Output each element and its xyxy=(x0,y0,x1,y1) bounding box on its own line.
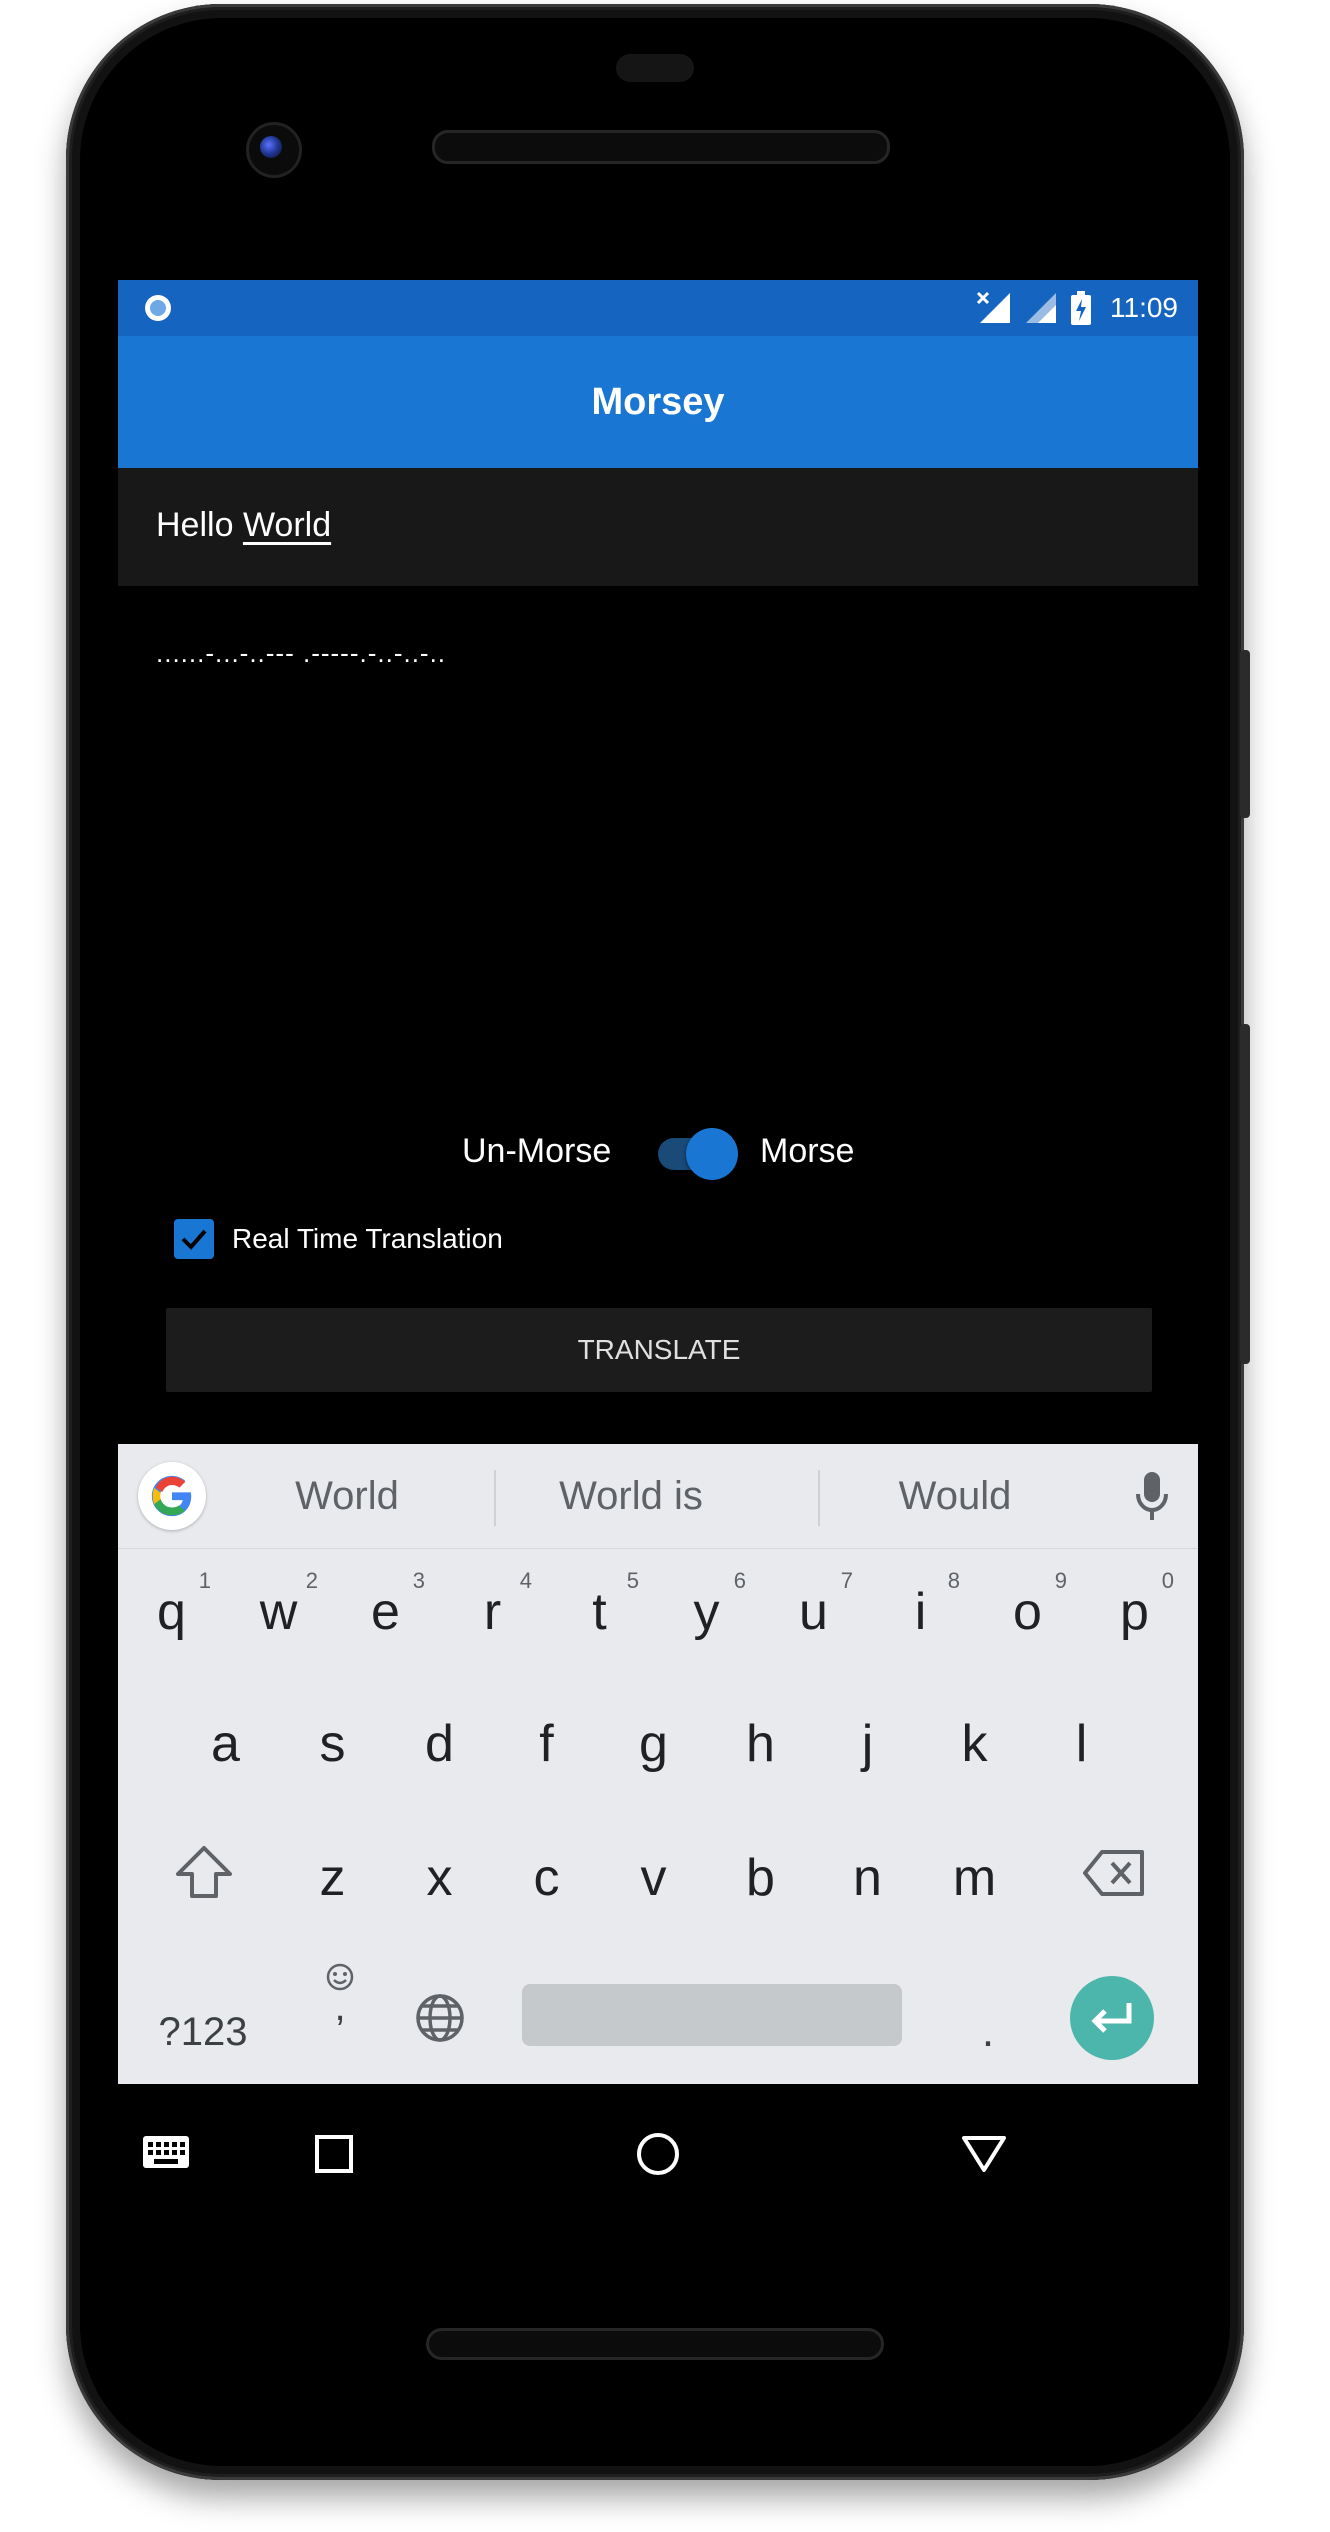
key-r[interactable]: r4 xyxy=(439,1552,546,1672)
battery-charging-icon xyxy=(1071,291,1091,325)
mode-toggle-row: Un-Morse Morse xyxy=(118,1120,1198,1186)
suggestion-3[interactable]: Would xyxy=(830,1474,1080,1519)
shift-icon[interactable] xyxy=(174,1844,234,1900)
key-t[interactable]: t5 xyxy=(546,1552,653,1672)
key-f[interactable]: f xyxy=(493,1684,600,1804)
key-s[interactable]: s xyxy=(279,1684,386,1804)
key-a[interactable]: a xyxy=(172,1684,279,1804)
key-h[interactable]: h xyxy=(707,1684,814,1804)
realtime-row: Real Time Translation xyxy=(174,1214,503,1264)
key-n[interactable]: n xyxy=(814,1818,921,1938)
key-symbols[interactable]: ?123 xyxy=(128,1972,278,2092)
google-g-icon[interactable] xyxy=(138,1462,206,1530)
power-button xyxy=(1240,650,1250,818)
key-c[interactable]: c xyxy=(493,1818,600,1938)
key-g[interactable]: g xyxy=(600,1684,707,1804)
clock: 11:09 xyxy=(1110,292,1178,323)
volume-button xyxy=(1240,1024,1250,1364)
keyboard-icon[interactable] xyxy=(142,2134,190,2170)
enter-icon xyxy=(1091,2003,1132,2033)
navigation-bar xyxy=(118,2084,1198,2230)
circle-notification-icon xyxy=(145,295,171,321)
check-icon xyxy=(181,1229,207,1250)
comma-label: , xyxy=(334,1985,346,2029)
key-o[interactable]: o9 xyxy=(974,1552,1081,1672)
camera-lens xyxy=(260,136,282,158)
key-d[interactable]: d xyxy=(386,1684,493,1804)
home-icon[interactable] xyxy=(636,2132,680,2176)
key-b[interactable]: b xyxy=(707,1818,814,1938)
back-icon[interactable] xyxy=(960,2134,1008,2174)
bottom-speaker xyxy=(426,2328,884,2360)
app-bar: Morsey xyxy=(118,336,1198,468)
key-period[interactable]: . xyxy=(938,1972,1038,2092)
key-i[interactable]: i8 xyxy=(867,1552,974,1672)
key-u[interactable]: u7 xyxy=(760,1552,867,1672)
input-value: Hello World xyxy=(156,506,331,545)
key-k[interactable]: k xyxy=(921,1684,1028,1804)
soft-keyboard: World World is Would q1 w2 e3 r4 t5 y6 u… xyxy=(118,1444,1198,2084)
morse-output: ......-...-..--- .-----.-..-..-.. xyxy=(156,638,447,668)
mic-icon[interactable] xyxy=(1134,1470,1170,1522)
key-x[interactable]: x xyxy=(386,1818,493,1938)
screen: 11:09 Morsey Hello World ......-...-..--… xyxy=(118,280,1198,2230)
key-q[interactable]: q1 xyxy=(118,1552,225,1672)
morse-label: Morse xyxy=(760,1132,855,1170)
key-w[interactable]: w2 xyxy=(225,1552,332,1672)
realtime-label: Real Time Translation xyxy=(232,1223,503,1254)
key-j[interactable]: j xyxy=(814,1684,921,1804)
globe-icon[interactable] xyxy=(414,1992,466,2044)
recents-icon[interactable] xyxy=(314,2134,354,2174)
suggestion-bar: World World is Would xyxy=(118,1444,1198,1549)
input-word-composing: World xyxy=(242,506,332,544)
key-y[interactable]: y6 xyxy=(653,1552,760,1672)
suggestion-1[interactable]: World xyxy=(222,1474,472,1519)
key-l[interactable]: l xyxy=(1028,1684,1135,1804)
signal-icon xyxy=(1026,293,1056,323)
realtime-checkbox[interactable] xyxy=(174,1219,214,1259)
translate-button[interactable]: TRANSLATE xyxy=(166,1308,1152,1392)
status-icons: 11:09 xyxy=(976,288,1178,328)
key-m[interactable]: m xyxy=(921,1818,1028,1938)
sensor xyxy=(616,54,694,82)
mode-switch-thumb[interactable] xyxy=(686,1128,738,1180)
un-morse-label: Un-Morse xyxy=(462,1132,612,1170)
input-word: Hello xyxy=(156,506,234,544)
status-bar: 11:09 xyxy=(118,280,1198,336)
key-p[interactable]: p0 xyxy=(1081,1552,1188,1672)
suggestion-divider xyxy=(818,1470,820,1526)
space-bar[interactable] xyxy=(522,1984,902,2046)
top-speaker xyxy=(432,130,890,164)
enter-key[interactable] xyxy=(1070,1976,1154,2060)
key-v[interactable]: v xyxy=(600,1818,707,1938)
suggestion-2[interactable]: World is xyxy=(506,1474,756,1519)
key-z[interactable]: z xyxy=(279,1818,386,1938)
text-input[interactable]: Hello World xyxy=(118,468,1198,586)
app-title: Morsey xyxy=(591,380,725,423)
wifi-off-icon xyxy=(976,291,1010,323)
key-e[interactable]: e3 xyxy=(332,1552,439,1672)
key-comma-emoji[interactable]: , xyxy=(290,1962,390,2029)
suggestion-divider xyxy=(494,1470,496,1526)
delete-icon[interactable] xyxy=(1082,1848,1146,1898)
